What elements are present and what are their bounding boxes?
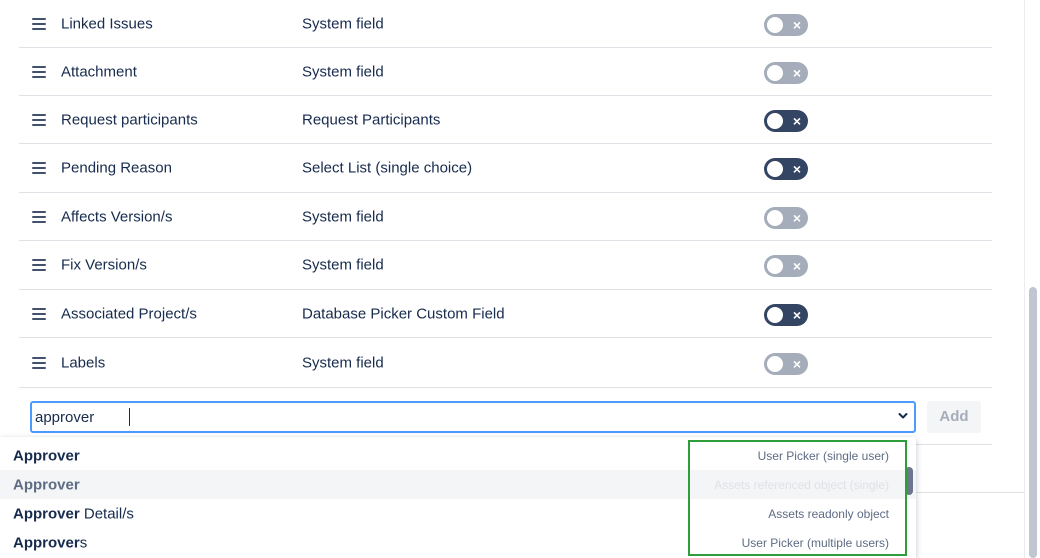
option-match: Approver	[13, 534, 80, 551]
field-search-input[interactable]	[35, 405, 875, 429]
option-label: Approver	[13, 476, 80, 493]
toggle-knob	[767, 16, 783, 33]
field-toggle[interactable]: ×	[764, 255, 808, 277]
field-row-pending-reason: Pending Reason Select List (single choic…	[19, 144, 992, 193]
drag-handle-icon[interactable]	[32, 65, 46, 78]
option-type: Assets readonly object	[768, 506, 889, 521]
dropdown-option[interactable]: Approver Detail/s Assets readonly object	[0, 499, 916, 528]
field-type: Select List (single choice)	[302, 159, 473, 177]
field-toggle[interactable]: ×	[764, 158, 808, 180]
drag-handle-icon[interactable]	[32, 113, 46, 126]
toggle-knob	[767, 209, 783, 226]
field-toggle[interactable]: ×	[764, 303, 808, 326]
field-type: System field	[302, 256, 384, 274]
toggle-knob	[767, 112, 783, 129]
panel-divider	[916, 492, 1026, 493]
close-icon: ×	[792, 258, 801, 274]
option-type: User Picker (single user)	[757, 448, 889, 463]
drag-handle-icon[interactable]	[32, 307, 46, 320]
close-icon: ×	[792, 306, 801, 323]
toggle-knob	[767, 64, 783, 81]
add-button[interactable]: Add	[927, 401, 981, 433]
field-row-affects-version: Affects Version/s System field ×	[19, 193, 992, 241]
toggle-knob	[767, 161, 783, 177]
dropdown-option[interactable]: Approvers User Picker (multiple users)	[0, 528, 916, 557]
option-match: Approver	[13, 505, 80, 522]
close-icon: ×	[792, 355, 801, 372]
field-row-attachment: Attachment System field ×	[19, 48, 992, 96]
close-icon: ×	[792, 112, 801, 129]
field-search-select[interactable]	[30, 401, 916, 433]
option-type: User Picker (multiple users)	[741, 535, 889, 550]
field-name: Fix Version/s	[61, 256, 147, 274]
close-icon: ×	[792, 16, 801, 33]
close-icon: ×	[792, 161, 801, 177]
dropdown-scrollbar[interactable]	[905, 467, 913, 495]
field-type: System field	[302, 354, 384, 371]
field-toggle[interactable]: ×	[764, 61, 808, 84]
chevron-down-icon[interactable]	[898, 411, 908, 421]
field-row-linked-issues: Linked Issues System field ×	[19, 0, 992, 48]
field-name: Request participants	[61, 111, 198, 128]
option-rest: Detail/s	[79, 505, 134, 522]
option-rest: s	[79, 534, 88, 551]
drag-handle-icon[interactable]	[32, 356, 46, 369]
text-caret	[129, 408, 130, 426]
field-type: Database Picker Custom Field	[302, 305, 505, 322]
drag-handle-icon[interactable]	[32, 162, 46, 174]
field-toggle[interactable]: ×	[764, 352, 808, 375]
option-label: Approver	[13, 447, 80, 464]
field-type: System field	[302, 63, 384, 80]
field-toggle[interactable]: ×	[764, 13, 808, 36]
field-name: Pending Reason	[61, 159, 172, 177]
drag-handle-icon[interactable]	[32, 17, 46, 30]
option-label: Approver Detail/s	[13, 505, 134, 522]
toggle-knob	[767, 258, 783, 274]
toggle-knob	[767, 306, 783, 323]
page-scrollbar-thumb[interactable]	[1029, 287, 1037, 558]
option-type: Assets referenced object (single)	[714, 477, 889, 492]
field-type: System field	[302, 15, 384, 32]
option-match: Approver	[13, 476, 80, 493]
close-icon: ×	[792, 64, 801, 81]
option-label: Approvers	[13, 534, 87, 551]
field-row-request-participants: Request participants Request Participant…	[19, 96, 992, 144]
field-name: Linked Issues	[61, 15, 153, 32]
close-icon: ×	[792, 209, 801, 226]
option-match: Approver	[13, 447, 80, 464]
field-name: Attachment	[61, 63, 137, 80]
field-row-associated-project: Associated Project/s Database Picker Cus…	[19, 290, 992, 338]
field-options-dropdown: Approver User Picker (single user) Appro…	[0, 437, 916, 558]
field-toggle[interactable]: ×	[764, 109, 808, 132]
field-toggle[interactable]: ×	[764, 206, 808, 229]
drag-handle-icon[interactable]	[32, 259, 46, 271]
dropdown-option[interactable]: Approver Assets referenced object (singl…	[0, 470, 916, 499]
dropdown-option[interactable]: Approver User Picker (single user)	[0, 441, 916, 470]
toggle-knob	[767, 355, 783, 372]
field-row-fix-version: Fix Version/s System field ×	[19, 241, 992, 290]
field-row-labels: Labels System field ×	[19, 338, 992, 388]
field-name: Associated Project/s	[61, 305, 197, 322]
field-type: Request Participants	[302, 111, 441, 128]
drag-handle-icon[interactable]	[32, 210, 46, 223]
field-type: System field	[302, 208, 384, 225]
field-name: Affects Version/s	[61, 208, 173, 225]
field-name: Labels	[61, 354, 106, 371]
